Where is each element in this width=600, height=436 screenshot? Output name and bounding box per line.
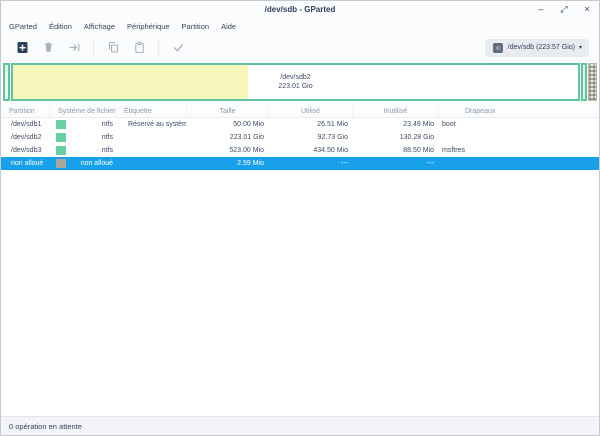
paste-icon bbox=[133, 41, 146, 54]
cell-used: --- bbox=[268, 157, 352, 170]
pending-operations-text: 0 opération en attente bbox=[9, 422, 82, 431]
cell-partition: /dev/sdb2 bbox=[1, 131, 49, 144]
empty-area bbox=[1, 170, 599, 416]
new-partition-icon bbox=[16, 41, 29, 54]
menu-bar: GParted Édition Affichage Périphérique P… bbox=[1, 18, 599, 35]
partition-visual-sdb2[interactable]: /dev/sdb2 223.01 Gio bbox=[11, 63, 580, 101]
resize-arrow-icon bbox=[68, 41, 81, 54]
toolbar: /dev/sdb (223.57 Gio) ▾ bbox=[1, 35, 599, 61]
window-title: /dev/sdb - GParted bbox=[265, 5, 336, 14]
used-space-fill bbox=[13, 65, 248, 99]
header-used: Utilisé bbox=[268, 105, 352, 117]
chevron-down-icon: ▾ bbox=[579, 44, 582, 51]
cell-size: 523.00 Mio bbox=[186, 144, 268, 157]
menu-affichage[interactable]: Affichage bbox=[78, 20, 121, 33]
filesystem-color-swatch bbox=[56, 120, 66, 129]
table-header-row: Partition Système de fichiers Étiquette … bbox=[1, 105, 599, 118]
cell-size: 223.01 Gio bbox=[186, 131, 268, 144]
filesystem-name: ntfs bbox=[102, 134, 113, 141]
cell-unused: 88.50 Mio bbox=[352, 144, 438, 157]
cell-flags: boot bbox=[438, 118, 599, 131]
cell-used: 434.50 Mio bbox=[268, 144, 352, 157]
filesystem-name: non alloué bbox=[81, 160, 113, 167]
disk-visual-area: /dev/sdb2 223.01 Gio bbox=[1, 61, 599, 105]
paste-partition-button[interactable] bbox=[126, 38, 152, 58]
menu-aide[interactable]: Aide bbox=[215, 20, 242, 33]
trash-icon bbox=[42, 41, 55, 54]
status-bar: 0 opération en attente bbox=[1, 416, 599, 435]
minimize-button[interactable]: – bbox=[535, 5, 547, 14]
title-bar: /dev/sdb - GParted – ⤢ × bbox=[1, 1, 599, 18]
toolbar-separator bbox=[93, 41, 94, 55]
table-row-sdb1[interactable]: /dev/sdb1 ntfs Réservé au système 50.00 … bbox=[1, 118, 599, 131]
apply-operations-button[interactable] bbox=[165, 38, 191, 58]
new-partition-button[interactable] bbox=[9, 38, 35, 58]
table-row-sdb2[interactable]: /dev/sdb2 ntfs 223.01 Gio 92.73 Gio 130.… bbox=[1, 131, 599, 144]
cell-size: 50.00 Mio bbox=[186, 118, 268, 131]
partition-visual-sdb3[interactable] bbox=[581, 63, 587, 101]
partition-visual-sdb1[interactable] bbox=[3, 63, 10, 101]
header-filesystem: Système de fichiers bbox=[49, 105, 115, 117]
device-selector-label: /dev/sdb (223.57 Gio) bbox=[508, 44, 575, 51]
partition-table: Partition Système de fichiers Étiquette … bbox=[1, 105, 599, 416]
delete-partition-button[interactable] bbox=[35, 38, 61, 58]
menu-edition[interactable]: Édition bbox=[43, 20, 78, 33]
cell-used: 26.51 Mio bbox=[268, 118, 352, 131]
cell-used: 92.73 Gio bbox=[268, 131, 352, 144]
cell-flags bbox=[438, 157, 599, 170]
cell-partition: /dev/sdb1 bbox=[1, 118, 49, 131]
window-controls: – ⤢ × bbox=[535, 1, 593, 18]
close-button[interactable]: × bbox=[581, 5, 593, 14]
cell-filesystem: ntfs bbox=[49, 118, 115, 131]
cell-label bbox=[115, 157, 186, 170]
table-row-unallocated[interactable]: non alloué non alloué 2.59 Mio --- --- bbox=[1, 157, 599, 170]
cell-filesystem: ntfs bbox=[49, 131, 115, 144]
partition-visual-unallocated[interactable] bbox=[588, 63, 597, 101]
menu-peripherique[interactable]: Périphérique bbox=[121, 20, 176, 33]
cell-label: Réservé au système bbox=[115, 118, 186, 131]
cell-filesystem: ntfs bbox=[49, 144, 115, 157]
header-label: Étiquette bbox=[115, 105, 186, 117]
cell-unused: 23.49 Mio bbox=[352, 118, 438, 131]
filesystem-name: ntfs bbox=[102, 147, 113, 154]
filesystem-color-swatch bbox=[56, 146, 66, 155]
cell-flags: msftres bbox=[438, 144, 599, 157]
resize-move-button[interactable] bbox=[61, 38, 87, 58]
restore-button[interactable]: ⤢ bbox=[558, 5, 570, 14]
table-row-sdb3[interactable]: /dev/sdb3 ntfs 523.00 Mio 434.50 Mio 88.… bbox=[1, 144, 599, 157]
cell-partition: /dev/sdb3 bbox=[1, 144, 49, 157]
cell-flags bbox=[438, 131, 599, 144]
menu-partition[interactable]: Partition bbox=[176, 20, 216, 33]
copy-partition-button[interactable] bbox=[100, 38, 126, 58]
disk-visual-bar: /dev/sdb2 223.01 Gio bbox=[3, 63, 597, 101]
filesystem-color-swatch bbox=[56, 159, 66, 168]
checkmark-icon bbox=[172, 41, 185, 54]
filesystem-name: ntfs bbox=[102, 121, 113, 128]
header-partition: Partition bbox=[1, 105, 49, 117]
header-unused: Inutilisé bbox=[352, 105, 438, 117]
copy-icon bbox=[107, 41, 120, 54]
hard-drive-icon bbox=[492, 42, 504, 54]
menu-gparted[interactable]: GParted bbox=[3, 20, 43, 33]
partition-visual-size: 223.01 Gio bbox=[278, 82, 312, 91]
cell-filesystem: non alloué bbox=[49, 157, 115, 170]
filesystem-color-swatch bbox=[56, 133, 66, 142]
cell-partition: non alloué bbox=[1, 157, 49, 170]
header-flags: Drapeaux bbox=[438, 105, 599, 117]
cell-unused: --- bbox=[352, 157, 438, 170]
partition-visual-label: /dev/sdb2 223.01 Gio bbox=[278, 73, 312, 91]
device-selector[interactable]: /dev/sdb (223.57 Gio) ▾ bbox=[485, 39, 589, 57]
gparted-window: /dev/sdb - GParted – ⤢ × GParted Édition… bbox=[0, 0, 600, 436]
cell-label bbox=[115, 131, 186, 144]
toolbar-separator bbox=[158, 41, 159, 55]
cell-size: 2.59 Mio bbox=[186, 157, 268, 170]
cell-label bbox=[115, 144, 186, 157]
cell-unused: 130.28 Gio bbox=[352, 131, 438, 144]
header-size: Taille bbox=[186, 105, 268, 117]
partition-visual-name: /dev/sdb2 bbox=[278, 73, 312, 82]
